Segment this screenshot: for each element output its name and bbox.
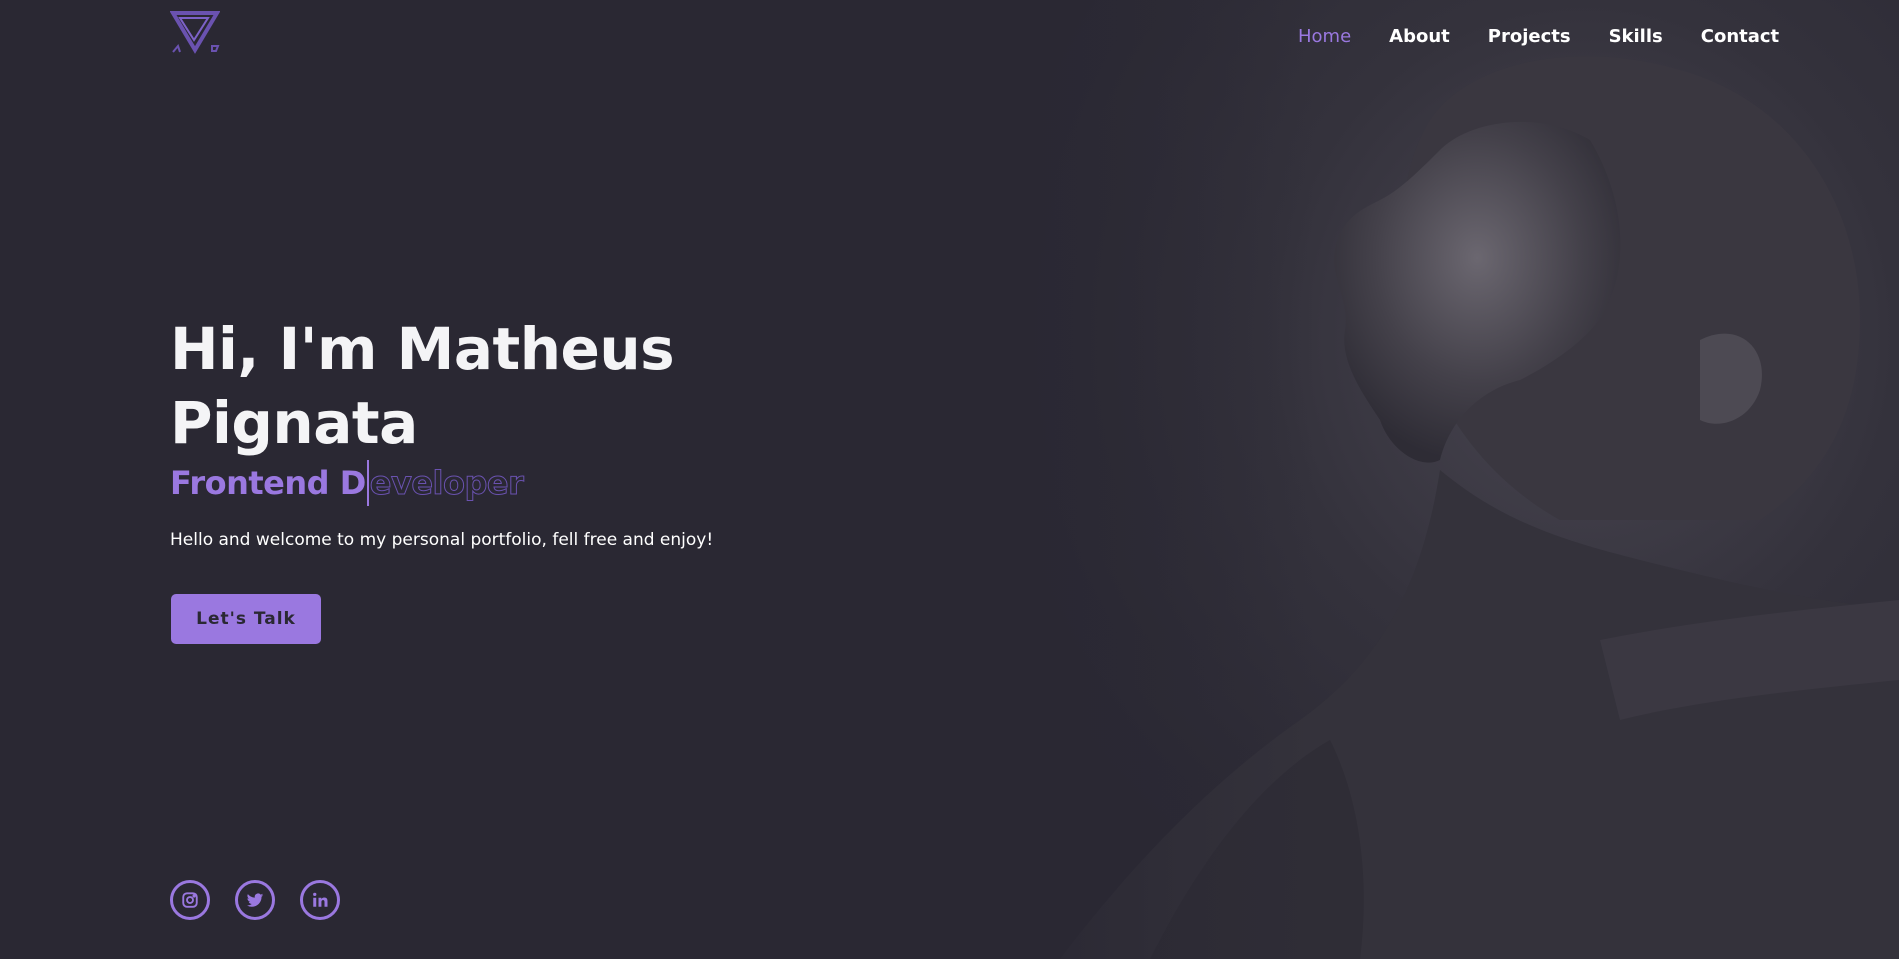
hero-headline: Hi, I'm Matheus Pignata — [170, 315, 675, 457]
hero-role: Frontend Developer — [170, 460, 524, 508]
nav-item-home[interactable]: Home — [1298, 26, 1351, 47]
nav-item-about[interactable]: About — [1389, 26, 1450, 47]
instagram-icon — [182, 892, 198, 908]
hero-intro: Hello and welcome to my personal portfol… — [170, 530, 714, 550]
social-links — [170, 880, 340, 920]
instagram-link[interactable] — [170, 880, 210, 920]
main-nav: Home About Projects Skills Contact — [1298, 26, 1779, 47]
lets-talk-button[interactable]: Let's Talk — [171, 594, 321, 644]
logo-icon[interactable] — [170, 10, 220, 54]
twitter-icon — [246, 893, 264, 907]
role-typed-text: Frontend D — [170, 464, 366, 502]
linkedin-link[interactable] — [300, 880, 340, 920]
nav-item-contact[interactable]: Contact — [1701, 26, 1779, 47]
portrait-image — [1000, 0, 1899, 959]
linkedin-icon — [313, 892, 328, 907]
typing-caret — [366, 460, 369, 506]
role-outline-text: eveloper — [369, 464, 524, 503]
twitter-link[interactable] — [235, 880, 275, 920]
nav-item-projects[interactable]: Projects — [1488, 26, 1571, 47]
nav-item-skills[interactable]: Skills — [1609, 26, 1663, 47]
